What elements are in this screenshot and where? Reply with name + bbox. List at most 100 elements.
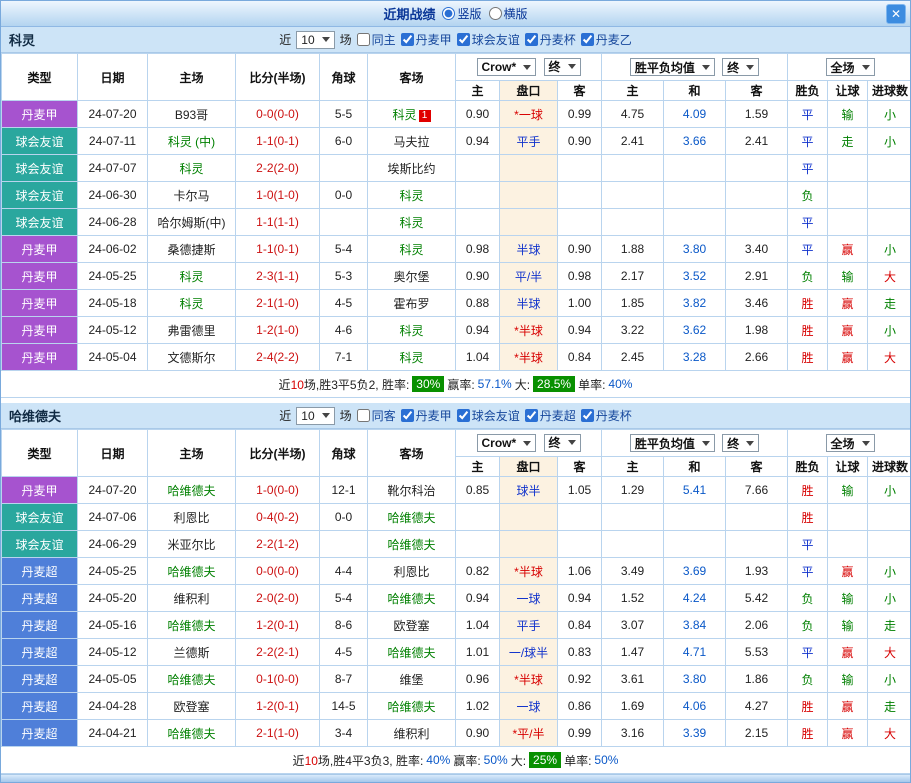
date-cell: 24-05-12 xyxy=(78,639,148,666)
league-type-badge: 球会友谊 xyxy=(2,209,78,236)
odds-company-select[interactable]: Crow* xyxy=(477,434,537,452)
handicap-home-odds-cell xyxy=(456,504,500,531)
team-name: 哈维德夫 xyxy=(9,406,61,425)
handicap-away-odds-cell: 0.86 xyxy=(558,693,602,720)
match-row: 丹麦超24-04-28欧登塞1-2(0-1)14-5哈维德夫1.02一球0.86… xyxy=(2,693,911,720)
handicap-home-odds-cell xyxy=(456,209,500,236)
date-cell: 24-07-07 xyxy=(78,155,148,182)
avg-odds-select[interactable]: 胜平负均值 xyxy=(630,434,715,452)
league-checkbox-0[interactable] xyxy=(401,33,414,46)
sub-header-euro-away: 客 xyxy=(726,81,788,101)
euro-home-odds-cell: 3.61 xyxy=(602,666,664,693)
handicap-result-cell: 赢 xyxy=(828,558,868,585)
scope-select[interactable]: 全场 xyxy=(826,58,875,76)
home-team-cell: 欧登塞 xyxy=(148,693,236,720)
date-cell: 24-04-28 xyxy=(78,693,148,720)
scope-select[interactable]: 全场 xyxy=(826,434,875,452)
match-count-select[interactable]: 10 xyxy=(296,31,334,49)
horizontal-layout-label: 横版 xyxy=(504,5,528,22)
league-type-badge: 球会友谊 xyxy=(2,128,78,155)
score-cell: 1-2(0-1) xyxy=(236,693,320,720)
away-team-cell: 哈维德夫 xyxy=(368,531,456,558)
league-label: 丹麦甲 xyxy=(416,31,452,48)
vertical-layout-radio[interactable] xyxy=(442,7,455,20)
handicap-result-cell: 输 xyxy=(828,263,868,290)
goals-result-cell xyxy=(868,531,911,558)
league-option: 丹麦超 xyxy=(525,407,576,424)
same-home-checkbox[interactable] xyxy=(357,33,370,46)
date-cell: 24-05-16 xyxy=(78,612,148,639)
handicap-result-cell: 输 xyxy=(828,477,868,504)
away-team-cell: 维堡 xyxy=(368,666,456,693)
euro-draw-odds-cell: 3.80 xyxy=(664,666,726,693)
goals-result-cell: 大 xyxy=(868,344,911,371)
match-count-select[interactable]: 10 xyxy=(296,407,334,425)
final-odds-select[interactable]: 终 xyxy=(544,434,581,452)
chevron-down-icon xyxy=(322,413,330,418)
same-away-checkbox[interactable] xyxy=(357,409,370,422)
home-team-cell: 兰德斯 xyxy=(148,639,236,666)
euro-home-odds-cell: 3.22 xyxy=(602,317,664,344)
date-cell: 24-05-25 xyxy=(78,558,148,585)
handicap-line-cell: *半球 xyxy=(500,666,558,693)
col-header-date: 日期 xyxy=(78,54,148,101)
handicap-home-odds-cell: 0.98 xyxy=(456,236,500,263)
home-team-cell: 维积利 xyxy=(148,585,236,612)
league-checkbox-1[interactable] xyxy=(457,33,470,46)
goals-result-cell xyxy=(868,209,911,236)
date-cell: 24-05-12 xyxy=(78,317,148,344)
away-team-cell: 科灵 xyxy=(368,317,456,344)
final-odds-select[interactable]: 终 xyxy=(544,58,581,76)
handicap-home-odds-cell: 0.90 xyxy=(456,263,500,290)
match-table-body: 丹麦甲24-07-20B93哥0-0(0-0)5-5科灵10.90*一球0.99… xyxy=(2,101,911,371)
handicap-line-cell: 一球 xyxy=(500,585,558,612)
sub-header-handicap-result: 让球 xyxy=(828,81,868,101)
handicap-controls: Crow* 终 xyxy=(456,430,602,457)
league-label: 丹麦杯 xyxy=(596,407,632,424)
score-cell: 2-1(1-0) xyxy=(236,720,320,747)
corner-cell: 3-4 xyxy=(320,720,368,747)
result-cell: 平 xyxy=(788,236,828,263)
euro-away-odds-cell: 3.46 xyxy=(726,290,788,317)
scope-controls: 全场 xyxy=(788,430,911,457)
handicap-home-odds-cell: 1.04 xyxy=(456,612,500,639)
euro-draw-odds-cell: 3.82 xyxy=(664,290,726,317)
avg-odds-select[interactable]: 胜平负均值 xyxy=(630,58,715,76)
handicap-result-cell: 输 xyxy=(828,101,868,128)
league-checkbox-0[interactable] xyxy=(401,409,414,422)
league-checkbox-2[interactable] xyxy=(525,33,538,46)
home-team-cell: 哈维德夫 xyxy=(148,477,236,504)
summary-text: 近 xyxy=(293,754,305,768)
match-row: 丹麦超24-05-05哈维德夫0-1(0-0)8-7维堡0.96*半球0.923… xyxy=(2,666,911,693)
euro-draw-odds-cell: 3.84 xyxy=(664,612,726,639)
chevron-down-icon xyxy=(746,65,754,70)
league-type-badge: 丹麦超 xyxy=(2,693,78,720)
cover-rate-value: 50% xyxy=(484,753,508,767)
league-type-badge: 球会友谊 xyxy=(2,531,78,558)
score-cell: 0-1(0-0) xyxy=(236,666,320,693)
summary-count: 10 xyxy=(291,378,304,392)
win-rate-value: 40% xyxy=(426,753,450,767)
league-checkbox-3[interactable] xyxy=(581,409,594,422)
date-cell: 24-04-21 xyxy=(78,720,148,747)
bottom-bar xyxy=(1,774,910,783)
odds-company-select[interactable]: Crow* xyxy=(477,58,537,76)
close-button[interactable]: ✕ xyxy=(886,4,906,24)
score-cell: 2-2(1-2) xyxy=(236,531,320,558)
corner-cell: 8-6 xyxy=(320,612,368,639)
league-type-badge: 球会友谊 xyxy=(2,155,78,182)
corner-cell: 12-1 xyxy=(320,477,368,504)
league-checkbox-1[interactable] xyxy=(457,409,470,422)
final-odds-select[interactable]: 终 xyxy=(722,58,759,76)
league-checkbox-3[interactable] xyxy=(581,33,594,46)
handicap-home-odds-cell: 1.01 xyxy=(456,639,500,666)
league-type-badge: 丹麦超 xyxy=(2,558,78,585)
league-checkbox-2[interactable] xyxy=(525,409,538,422)
league-type-badge: 丹麦甲 xyxy=(2,344,78,371)
final-odds-select[interactable]: 终 xyxy=(722,434,759,452)
horizontal-layout-radio[interactable] xyxy=(489,7,502,20)
league-type-badge: 丹麦甲 xyxy=(2,263,78,290)
euro-draw-odds-cell: 3.52 xyxy=(664,263,726,290)
euro-away-odds-cell xyxy=(726,155,788,182)
handicap-line-cell: *一球 xyxy=(500,101,558,128)
